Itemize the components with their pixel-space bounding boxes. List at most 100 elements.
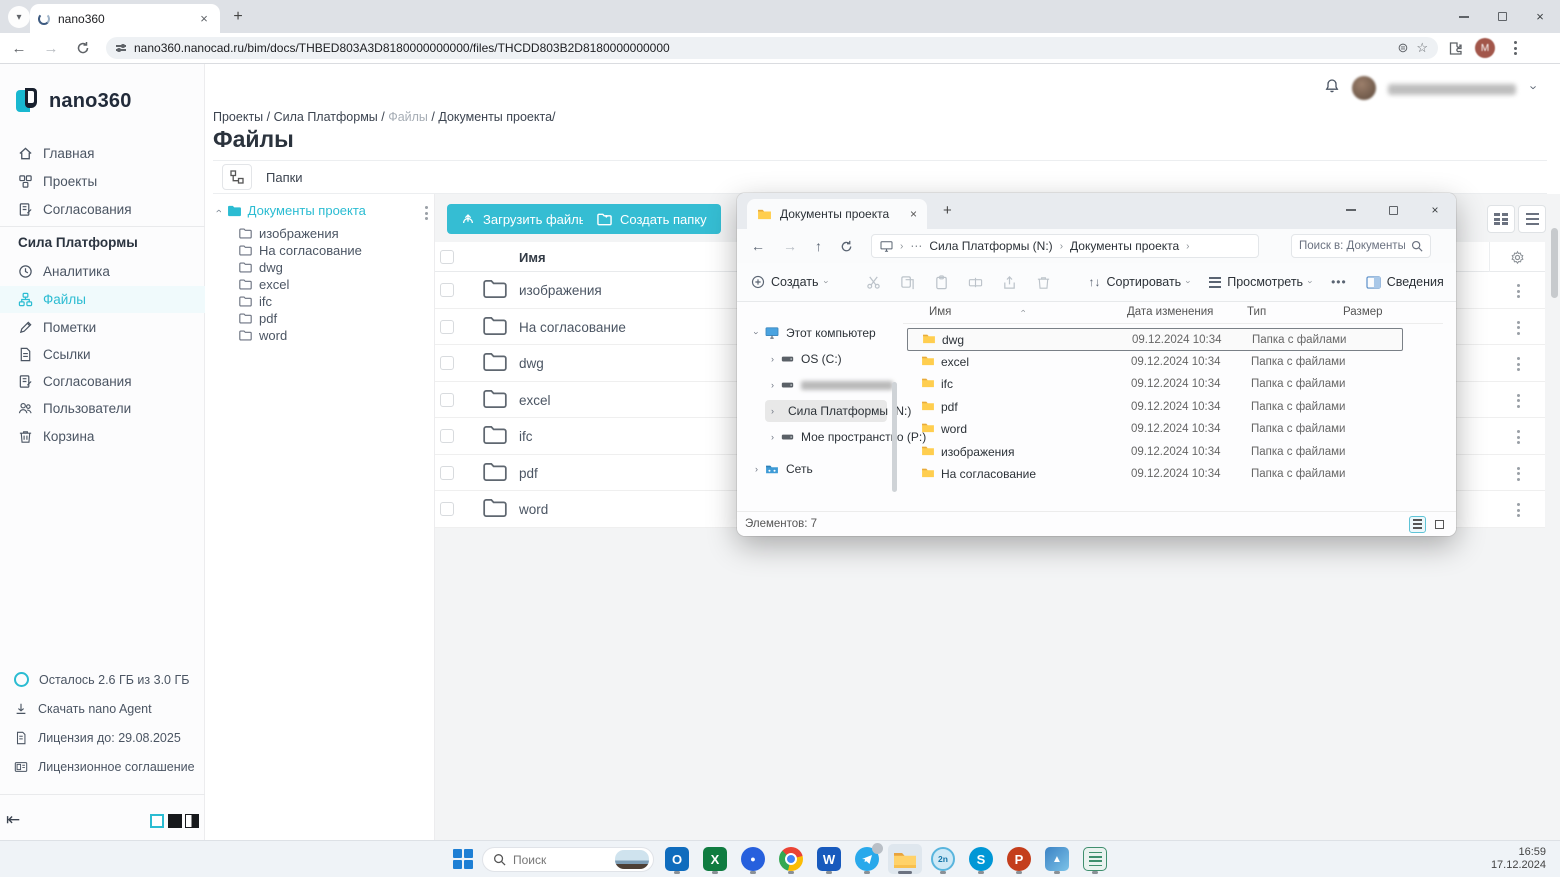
taskbar-powerpoint[interactable]: P	[1002, 844, 1036, 874]
path-ellipsis[interactable]: ⋯	[910, 239, 922, 253]
breadcrumb-proekty[interactable]: Проекты	[213, 110, 263, 124]
explorer-row[interactable]: изображения09.12.2024 10:34Папка с файла…	[907, 441, 1403, 464]
taskbar-clock[interactable]: 16:59 17.12.2024	[1491, 846, 1546, 872]
details-button[interactable]: Сведения	[1366, 275, 1444, 289]
sidebar-item-faily[interactable]: Файлы	[0, 286, 205, 313]
more-options-ellipsis-icon[interactable]: •••	[1331, 275, 1347, 289]
reload-icon[interactable]	[70, 35, 96, 61]
sidebar-item-soglasovaniya[interactable]: Согласования	[0, 196, 205, 223]
sidebar-item-ssylki[interactable]: Ссылки	[0, 341, 205, 368]
row-checkbox[interactable]	[440, 320, 454, 334]
select-all-checkbox[interactable]	[440, 250, 454, 264]
tab-search-chevron-icon[interactable]: ▾	[8, 6, 30, 28]
share-button[interactable]	[1002, 275, 1017, 290]
name-column-header[interactable]: Имя	[519, 250, 546, 265]
row-menu-kebab-icon[interactable]	[1517, 467, 1520, 481]
cut-button[interactable]	[866, 275, 881, 290]
rename-button[interactable]	[968, 275, 983, 290]
bookmark-star-icon[interactable]: ☆	[1416, 40, 1428, 56]
tree-item[interactable]: ifc	[239, 293, 272, 310]
row-checkbox[interactable]	[440, 429, 454, 443]
row-menu-kebab-icon[interactable]	[1517, 321, 1520, 335]
row-menu-kebab-icon[interactable]	[1517, 503, 1520, 517]
row-checkbox[interactable]	[440, 283, 454, 297]
sidebar-item-glavnaya[interactable]: Главная	[0, 140, 205, 167]
tree-root-kebab-icon[interactable]	[425, 206, 428, 220]
explorer-new-tab-button[interactable]: +	[943, 202, 952, 219]
row-menu-kebab-icon[interactable]	[1517, 394, 1520, 408]
row-checkbox[interactable]	[440, 393, 454, 407]
file-name[interactable]: dwg	[519, 356, 544, 371]
row-menu-kebab-icon[interactable]	[1517, 357, 1520, 371]
row-checkbox[interactable]	[440, 502, 454, 516]
column-name[interactable]: Имя	[929, 306, 951, 318]
taskbar-word[interactable]: W	[812, 844, 846, 874]
explorer-address-bar[interactable]: › ⋯ Сила Платформы (N:) › Документы прое…	[871, 234, 1259, 258]
notifications-bell-icon[interactable]	[1324, 78, 1340, 94]
explorer-row-selected[interactable]: dwg09.12.2024 10:34Папка с файлами	[907, 328, 1403, 351]
explorer-tab[interactable]: Документы проекта ×	[747, 199, 927, 229]
tree-item[interactable]: pdf	[239, 310, 277, 327]
taskbar-search[interactable]	[482, 847, 654, 872]
tree-collapse-caret-icon[interactable]: ›	[213, 209, 225, 213]
explorer-refresh-icon[interactable]	[840, 240, 853, 253]
taskbar-skype[interactable]: S	[964, 844, 998, 874]
file-name[interactable]: pdf	[519, 466, 538, 481]
breadcrumb-faily[interactable]: Файлы	[388, 110, 428, 124]
path-segment-folder[interactable]: Документы проекта	[1070, 239, 1179, 253]
status-large-icons-button[interactable]	[1431, 516, 1448, 533]
new-button[interactable]: Создать ›	[751, 275, 828, 289]
nav-drive-c[interactable]: › OS (C:)	[765, 348, 848, 370]
copy-button[interactable]	[900, 275, 915, 290]
nav-this-pc[interactable]: › Этот компьютер	[749, 322, 882, 344]
folder-tree-toggle-button[interactable]	[222, 164, 252, 190]
list-view-toggle-button[interactable]	[1518, 205, 1546, 233]
columns-settings-cell[interactable]	[1489, 242, 1545, 272]
theme-mixed-swatch[interactable]	[185, 814, 199, 828]
browser-minimize-button[interactable]	[1444, 0, 1484, 33]
nav-drive-redacted[interactable]: ›	[765, 374, 899, 396]
forward-icon[interactable]: →	[38, 35, 64, 61]
sidebar-item-korzina[interactable]: Корзина	[0, 423, 205, 450]
browser-profile-avatar[interactable]: M	[1472, 35, 1498, 61]
explorer-forward-icon[interactable]: →	[783, 238, 797, 254]
tree-item[interactable]: dwg	[239, 259, 283, 276]
file-name[interactable]: excel	[519, 393, 551, 408]
nav-drive-n-selected[interactable]: › Сила Платформы (N:)	[765, 400, 887, 422]
explorer-row[interactable]: ifc09.12.2024 10:34Папка с файлами	[907, 373, 1403, 396]
row-menu-kebab-icon[interactable]	[1517, 284, 1520, 298]
upload-files-button[interactable]: Загрузить файлы	[447, 204, 602, 234]
chevron-collapsed-icon[interactable]: ›	[771, 380, 774, 390]
taskbar-chrome[interactable]	[774, 844, 808, 874]
browser-menu-kebab-icon[interactable]	[1502, 35, 1528, 61]
collapse-sidebar-icon[interactable]: ⇤	[6, 810, 20, 830]
sidebar-item-proekty[interactable]: Проекты	[0, 168, 205, 195]
chevron-collapsed-icon[interactable]: ›	[771, 354, 774, 364]
new-tab-button[interactable]: +	[228, 7, 248, 27]
explorer-row[interactable]: pdf09.12.2024 10:34Папка с файлами	[907, 396, 1403, 419]
user-menu-chevron-down-icon[interactable]: ›	[1527, 85, 1542, 89]
nav-pane-scrollbar-thumb[interactable]	[892, 382, 897, 492]
tab-close-icon[interactable]: ×	[196, 11, 212, 27]
chevron-collapsed-icon[interactable]: ›	[755, 464, 758, 474]
create-folder-button[interactable]: Создать папку	[583, 204, 721, 234]
tree-root-dokumenty-proekta[interactable]: › Документы проекта	[217, 203, 366, 218]
site-settings-icon[interactable]	[116, 45, 126, 50]
taskbar-blue-app[interactable]: ●	[736, 844, 770, 874]
explorer-close-button[interactable]: ×	[1414, 193, 1456, 227]
taskbar-outlook[interactable]: O	[660, 844, 694, 874]
explorer-search-box[interactable]: Поиск в: Документы	[1291, 234, 1431, 258]
sort-button[interactable]: ↑↓ Сортировать ›	[1089, 275, 1191, 289]
file-name[interactable]: изображения	[519, 283, 602, 298]
path-segment-drive[interactable]: Сила Платформы (N:)	[929, 239, 1052, 253]
explorer-row[interactable]: word09.12.2024 10:34Папка с файлами	[907, 418, 1403, 441]
taskbar-explorer[interactable]	[888, 844, 922, 874]
download-agent-link[interactable]: Скачать nano Agent	[0, 702, 205, 716]
status-list-view-button[interactable]	[1409, 516, 1426, 533]
sidebar-item-analitika[interactable]: Аналитика	[0, 258, 205, 285]
explorer-maximize-button[interactable]	[1372, 193, 1414, 227]
taskbar-notes[interactable]	[1078, 844, 1112, 874]
row-checkbox[interactable]	[440, 356, 454, 370]
chevron-expanded-icon[interactable]: ›	[752, 332, 762, 335]
browser-maximize-button[interactable]	[1482, 0, 1522, 33]
